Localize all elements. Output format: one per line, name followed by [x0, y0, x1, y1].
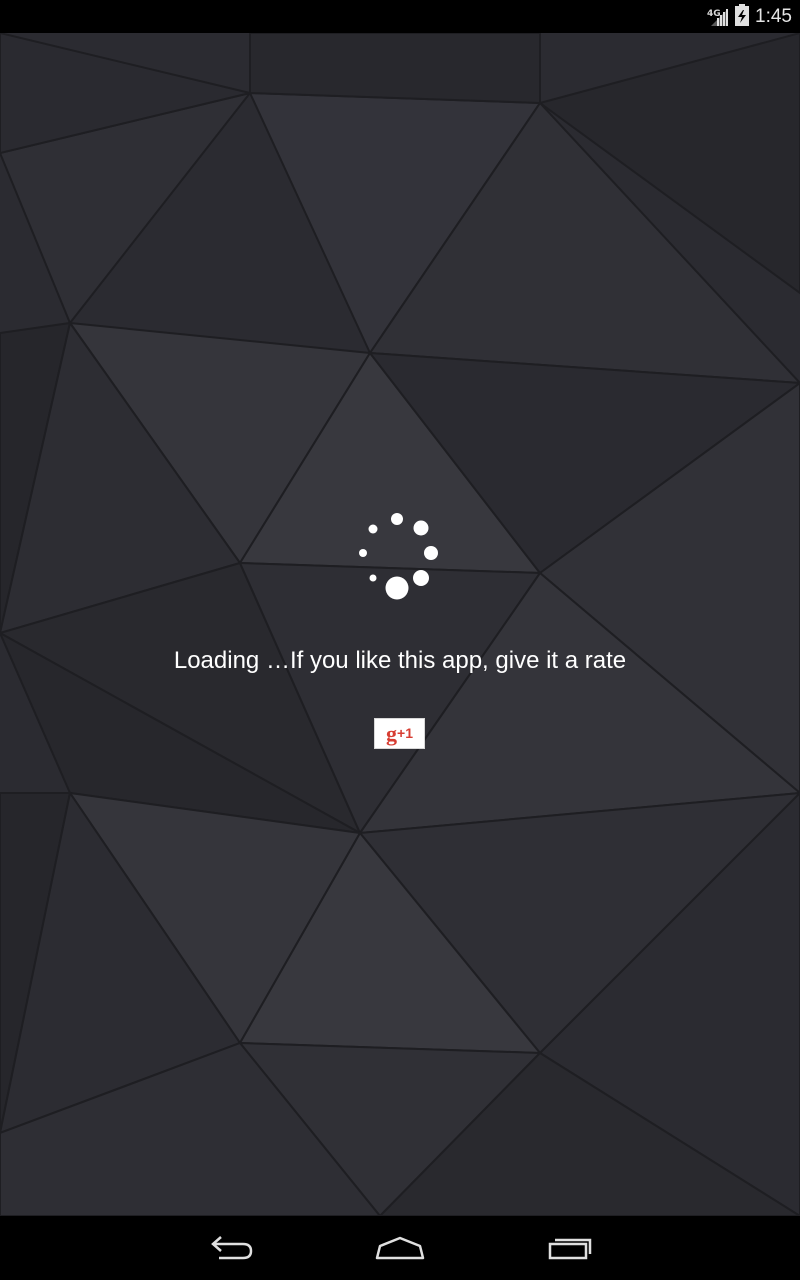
screen: 4G 1:45 Loading …If you like this app, g… [0, 0, 800, 1280]
loading-spinner-icon [352, 508, 444, 604]
home-button[interactable] [340, 1216, 460, 1280]
back-icon [211, 1236, 253, 1260]
recent-apps-icon [548, 1238, 592, 1260]
network-type-label: 4G [707, 8, 721, 19]
back-button[interactable] [170, 1216, 290, 1280]
wallpaper [0, 33, 800, 1216]
navigation-bar [0, 1216, 800, 1280]
google-plus-one-button[interactable]: g+1 [374, 718, 425, 749]
battery-icon [735, 3, 750, 30]
google-plus-g-label: g [386, 721, 398, 746]
status-icons: 4G 1:45 [707, 0, 792, 33]
wallpaper-pattern [0, 33, 800, 1216]
home-icon [375, 1236, 425, 1260]
recent-apps-button[interactable] [511, 1216, 631, 1280]
google-plus-one-label: +1 [397, 725, 413, 741]
signal-icon: 4G [707, 6, 729, 28]
loading-message: Loading …If you like this app, give it a… [173, 647, 627, 674]
clock: 1:45 [755, 5, 792, 27]
status-bar: 4G 1:45 [0, 0, 800, 33]
